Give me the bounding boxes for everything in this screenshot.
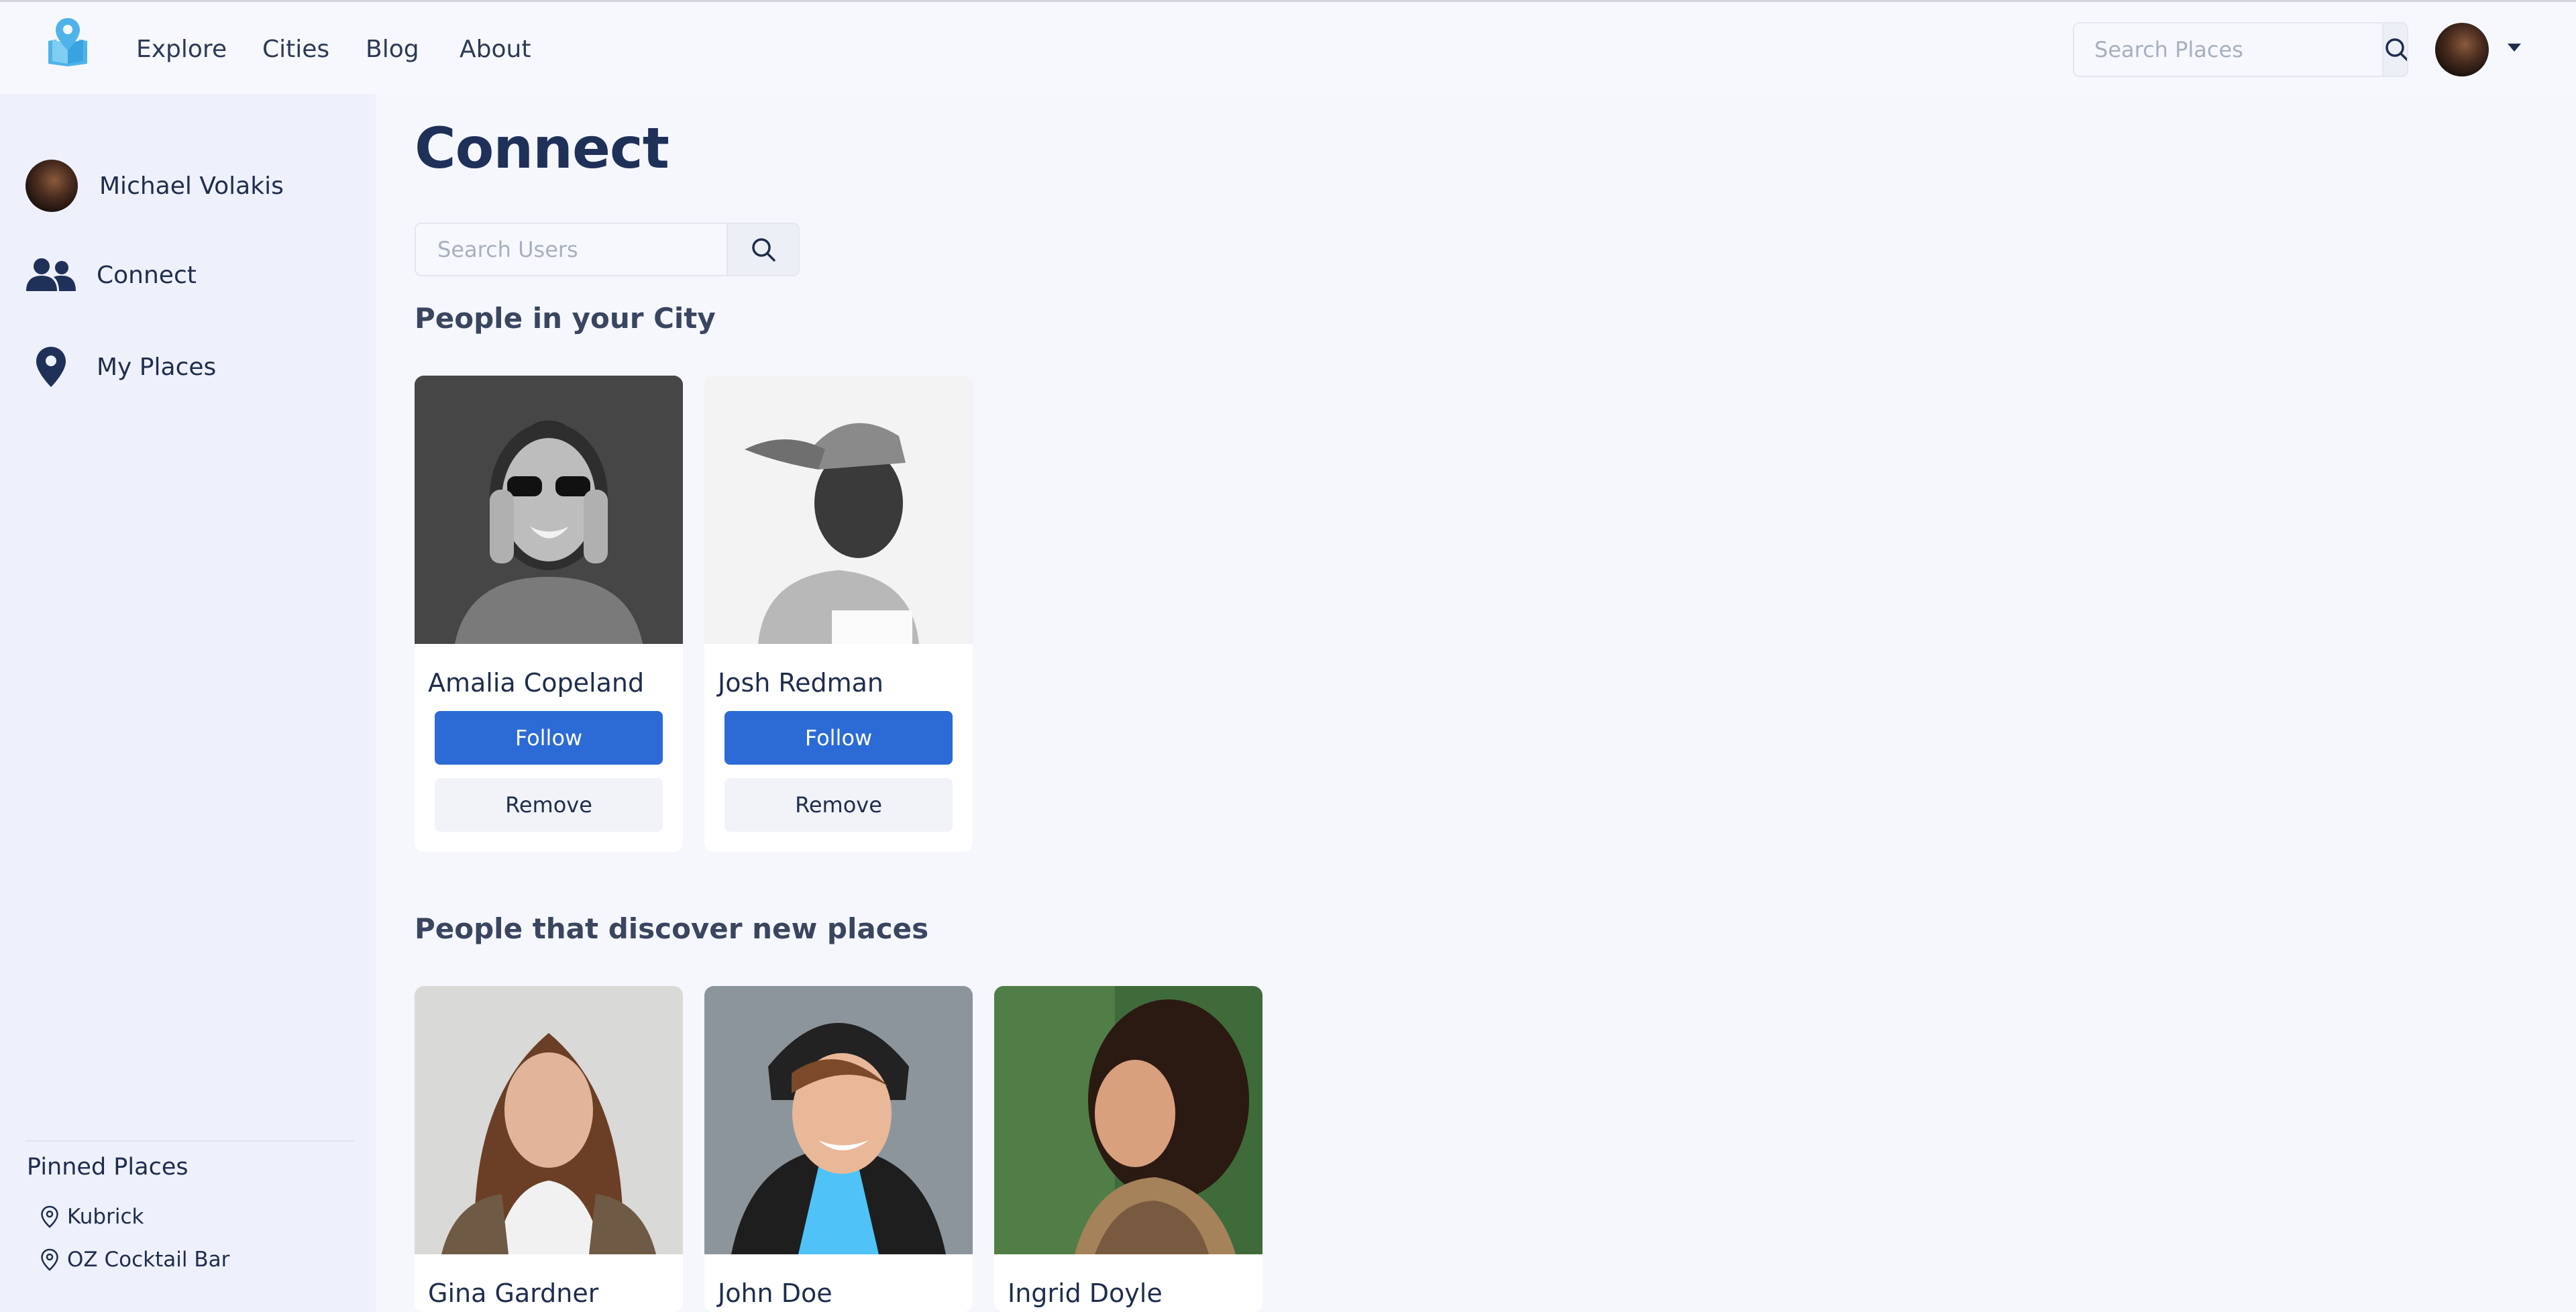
user-photo [704, 376, 973, 644]
user-name: Ingrid Doyle [1008, 1278, 1163, 1308]
user-name: Amalia Copeland [428, 668, 645, 698]
sidebar-item-connect[interactable]: Connect [25, 258, 197, 292]
top-navbar: Explore Cities Blog About [0, 2, 2576, 94]
section-title-city: People in your City [415, 302, 716, 335]
user-name: Josh Redman [718, 668, 883, 698]
page-title: Connect [415, 115, 669, 181]
user-card: Josh Redman Follow Remove [704, 376, 973, 852]
user-name: John Doe [718, 1278, 833, 1308]
user-photo [415, 986, 683, 1254]
nav-about[interactable]: About [460, 36, 531, 63]
map-book-pin-icon[interactable] [44, 17, 91, 68]
sidebar-item-label: Connect [97, 261, 197, 289]
divider [25, 1140, 354, 1142]
search-users-box [415, 223, 800, 276]
follow-button[interactable]: Follow [724, 711, 953, 765]
user-photo [415, 376, 683, 644]
sidebar-item-my-places[interactable]: My Places [25, 346, 216, 388]
map-marker-icon [36, 347, 66, 387]
user-card: Amalia Copeland Follow Remove [415, 376, 683, 852]
user-avatar-menu[interactable] [2435, 23, 2489, 76]
search-users-button[interactable] [727, 224, 798, 275]
nav-cities[interactable]: Cities [262, 36, 329, 63]
user-card: John Doe [704, 986, 973, 1312]
sidebar: Michael Volakis Connect My Places Pinned… [0, 94, 376, 1312]
pinned-place-item[interactable]: Kubrick [40, 1205, 144, 1229]
search-places-button[interactable] [2382, 23, 2407, 76]
sidebar-item-profile[interactable]: Michael Volakis [25, 160, 284, 212]
follow-button[interactable]: Follow [435, 711, 663, 765]
pinned-place-label: OZ Cocktail Bar [67, 1248, 230, 1272]
nav-explore[interactable]: Explore [136, 36, 227, 63]
search-places-input[interactable] [2074, 23, 2382, 76]
search-icon [2385, 38, 2407, 62]
sidebar-user-name: Michael Volakis [99, 172, 284, 200]
map-pin-outline-icon [41, 1205, 58, 1228]
user-card: Gina Gardner [415, 986, 683, 1312]
remove-button[interactable]: Remove [724, 778, 953, 832]
user-photo [704, 986, 973, 1254]
user-card: Ingrid Doyle [994, 986, 1263, 1312]
caret-down-icon[interactable] [2508, 44, 2521, 52]
user-photo [994, 986, 1263, 1254]
sidebar-item-label: My Places [97, 353, 217, 381]
search-places-box [2073, 22, 2408, 77]
user-name: Gina Gardner [428, 1278, 599, 1308]
section-title-discover: People that discover new places [415, 912, 929, 945]
pinned-places-title: Pinned Places [27, 1154, 189, 1181]
avatar [25, 160, 78, 212]
users-icon [26, 258, 76, 291]
pinned-place-item[interactable]: OZ Cocktail Bar [40, 1248, 229, 1272]
map-pin-outline-icon [41, 1248, 58, 1271]
remove-button[interactable]: Remove [435, 778, 663, 832]
nav-blog[interactable]: Blog [366, 36, 419, 63]
search-icon [751, 238, 775, 262]
pinned-place-label: Kubrick [67, 1205, 144, 1229]
search-users-input[interactable] [416, 224, 727, 275]
